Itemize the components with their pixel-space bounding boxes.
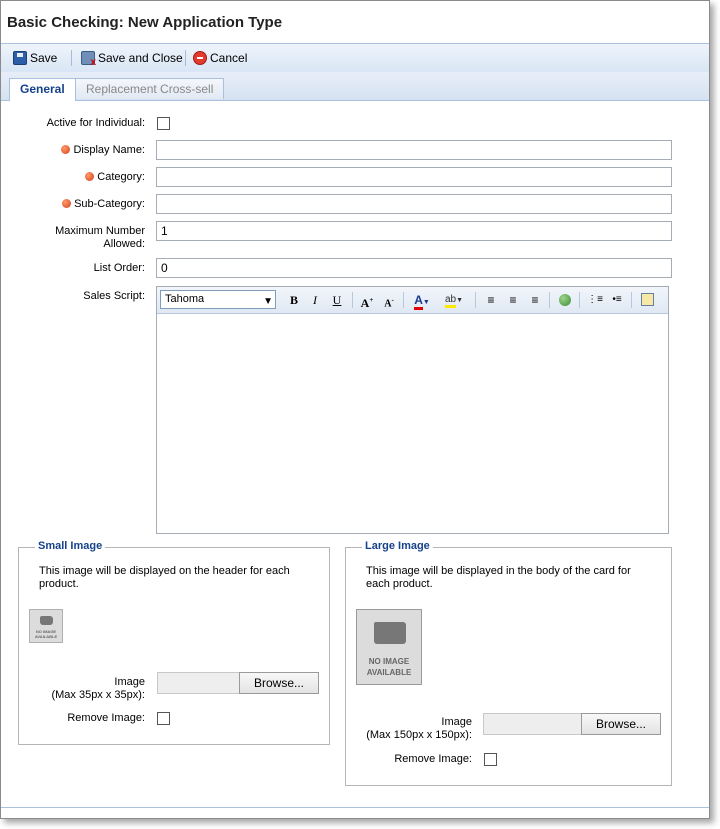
- font-family-select[interactable]: Tahoma ▼: [160, 290, 276, 309]
- cancel-label: Cancel: [210, 51, 248, 65]
- sales-script-editor: Tahoma ▼ B I U A+ A- A▼ ab▼ ≡ ≡ ≡ ⋮≡ •≡: [156, 286, 669, 534]
- align-right-icon[interactable]: ≡: [527, 292, 543, 308]
- large-image-file-input[interactable]: [483, 713, 583, 735]
- hyperlink-icon[interactable]: [557, 292, 573, 308]
- small-placeholder-line2: AVAILABLE: [34, 634, 58, 639]
- required-icon: [61, 145, 71, 154]
- max-number-label-line2: Allowed:: [103, 238, 145, 250]
- chevron-down-icon: ▼: [263, 296, 273, 307]
- large-image-desc-line2: each product.: [366, 578, 433, 590]
- title-bar: Basic Checking: New Application Type: [1, 1, 709, 43]
- small-image-field-label: Image (Max 35px x 35px):: [19, 676, 145, 702]
- save-and-close-button[interactable]: Save and Close: [81, 50, 183, 68]
- bold-icon[interactable]: B: [286, 292, 302, 308]
- editor-content-area[interactable]: [157, 314, 668, 533]
- required-icon: [85, 172, 95, 181]
- large-image-browse-button[interactable]: Browse...: [581, 713, 661, 735]
- max-number-label-line1: Maximum Number: [55, 225, 145, 237]
- cancel-button[interactable]: Cancel: [193, 50, 247, 66]
- toolbar-separator: [71, 50, 72, 66]
- window-title: Basic Checking: New Application Type: [7, 14, 283, 31]
- align-center-icon[interactable]: ≡: [505, 292, 521, 308]
- font-color-icon[interactable]: A▼: [411, 292, 433, 311]
- bulleted-list-icon[interactable]: •≡: [609, 292, 625, 308]
- italic-icon[interactable]: I: [307, 292, 323, 308]
- max-number-input[interactable]: 1: [156, 221, 672, 241]
- editor-separator: [475, 292, 476, 308]
- small-remove-image-checkbox[interactable]: [157, 712, 170, 725]
- small-remove-image-label: Remove Image:: [67, 712, 145, 724]
- increase-font-icon[interactable]: A+: [359, 292, 375, 311]
- decrease-font-icon[interactable]: A-: [381, 292, 397, 312]
- dialog-window: Basic Checking: New Application Type Sav…: [0, 0, 710, 819]
- editor-separator: [631, 292, 632, 308]
- camera-icon: [40, 616, 53, 625]
- small-image-desc-line2: product.: [39, 578, 79, 590]
- active-label: Active for Individual:: [46, 117, 145, 129]
- list-order-label: List Order:: [93, 262, 145, 274]
- large-remove-image-label: Remove Image:: [394, 753, 472, 765]
- small-image-browse-button[interactable]: Browse...: [239, 672, 319, 694]
- small-image-file-input[interactable]: [157, 672, 241, 694]
- save-button[interactable]: Save: [13, 50, 57, 66]
- small-image-description: This image will be displayed on the head…: [39, 565, 319, 591]
- large-image-placeholder: NO IMAGE AVAILABLE: [356, 609, 422, 685]
- subcategory-input[interactable]: [156, 194, 672, 214]
- large-image-legend: Large Image: [362, 540, 433, 552]
- editor-separator: [352, 292, 353, 308]
- active-checkbox[interactable]: [157, 117, 170, 130]
- save-label: Save: [30, 51, 58, 65]
- small-image-label-line1: Image: [114, 676, 145, 688]
- display-name-input[interactable]: [156, 140, 672, 160]
- category-label-wrap: Category:: [11, 171, 145, 183]
- highlight-color-icon[interactable]: ab▼: [441, 292, 467, 309]
- editor-separator: [403, 292, 404, 308]
- required-icon: [62, 199, 72, 208]
- category-label: Category:: [97, 171, 145, 183]
- large-image-field-label: Image (Max 150px x 150px):: [346, 716, 472, 742]
- list-order-input[interactable]: 0: [156, 258, 672, 278]
- large-remove-image-checkbox[interactable]: [484, 753, 497, 766]
- large-image-label-line2: (Max 150px x 150px):: [366, 729, 472, 741]
- large-placeholder-line1: NO IMAGE: [368, 657, 410, 666]
- subcategory-label: Sub-Category:: [74, 198, 145, 210]
- cancel-icon: [193, 51, 207, 65]
- general-tab-panel: Active for Individual: Display Name: Cat…: [1, 101, 709, 808]
- max-number-label: Maximum Number Allowed:: [11, 225, 145, 251]
- small-image-group: Small Image This image will be displayed…: [18, 540, 330, 745]
- tab-general[interactable]: General: [9, 78, 76, 101]
- toolbar-separator: [185, 50, 186, 66]
- small-image-legend: Small Image: [35, 540, 106, 552]
- large-image-desc-line1: This image will be displayed in the body…: [366, 565, 631, 577]
- subcategory-label-wrap: Sub-Category:: [11, 198, 145, 210]
- editor-separator: [549, 292, 550, 308]
- editor-separator: [579, 292, 580, 308]
- large-image-description: This image will be displayed in the body…: [366, 565, 666, 591]
- sales-script-label: Sales Script:: [83, 290, 145, 302]
- small-image-label-line2: (Max 35px x 35px):: [51, 689, 145, 701]
- font-family-value: Tahoma: [165, 293, 205, 305]
- display-name-label: Display Name:: [73, 144, 145, 156]
- save-icon: [13, 51, 27, 65]
- save-close-label: Save and Close: [98, 51, 183, 65]
- small-image-placeholder: NO IMAGE AVAILABLE: [29, 609, 63, 643]
- camera-icon: [374, 622, 406, 644]
- small-image-desc-line1: This image will be displayed on the head…: [39, 565, 290, 577]
- save-close-icon: [81, 51, 96, 68]
- large-image-label-line1: Image: [441, 716, 472, 728]
- toolbar: Save Save and Close Cancel: [1, 43, 709, 73]
- display-name-label-wrap: Display Name:: [11, 144, 145, 156]
- align-left-icon[interactable]: ≡: [483, 292, 499, 308]
- large-placeholder-line2: AVAILABLE: [366, 668, 412, 677]
- numbered-list-icon[interactable]: ⋮≡: [587, 292, 603, 308]
- large-image-group: Large Image This image will be displayed…: [345, 540, 672, 786]
- format-options-icon[interactable]: [639, 292, 655, 308]
- editor-toolbar: Tahoma ▼ B I U A+ A- A▼ ab▼ ≡ ≡ ≡ ⋮≡ •≡: [157, 287, 668, 314]
- tab-strip: General Replacement Cross-sell: [1, 72, 709, 101]
- category-input[interactable]: [156, 167, 672, 187]
- tab-replacement-cross-sell[interactable]: Replacement Cross-sell: [75, 78, 225, 99]
- underline-icon[interactable]: U: [329, 292, 345, 308]
